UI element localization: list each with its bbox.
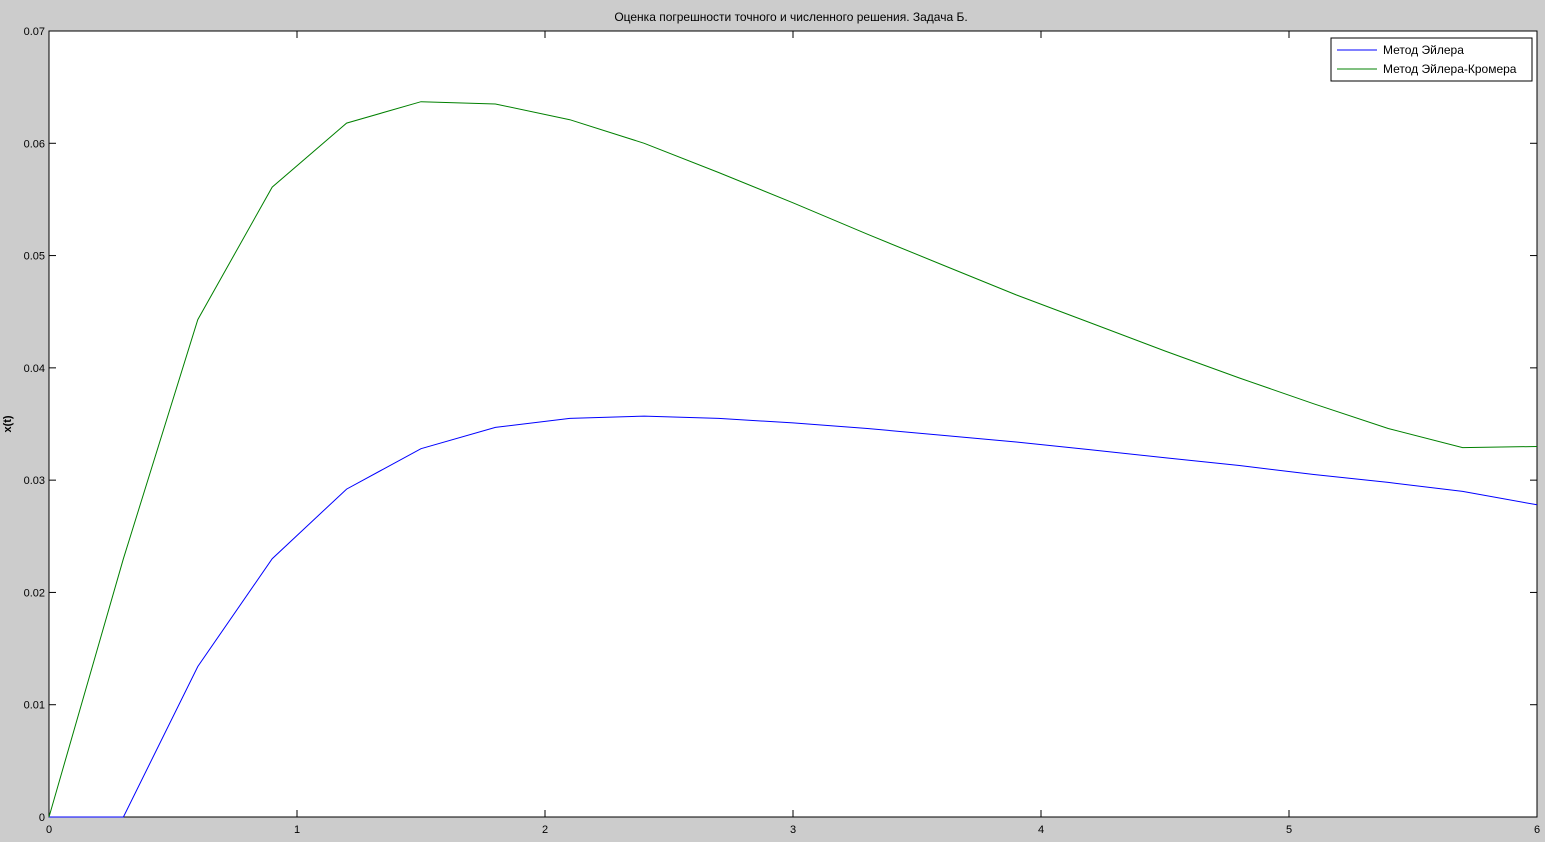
x-tick-label: 2 — [542, 824, 548, 836]
plot-area — [48, 30, 1538, 818]
y-tick-label: 0.04 — [24, 363, 45, 375]
chart-title: Оценка погрешности точного и численного … — [614, 10, 967, 24]
y-tick-label: 0.01 — [24, 700, 45, 712]
y-axis-label: x(t) — [2, 415, 14, 432]
line-chart: Оценка погрешности точного и численного … — [2, 10, 1540, 836]
x-tick-label: 0 — [46, 824, 52, 836]
x-tick-label: 6 — [1534, 824, 1540, 836]
legend-label-euler-cromer: Метод Эйлера-Кромера — [1383, 62, 1517, 76]
y-tick-label: 0.06 — [24, 138, 45, 150]
x-tick-label: 4 — [1038, 824, 1044, 836]
legend-label-euler: Метод Эйлера — [1383, 43, 1464, 57]
x-tick-label: 3 — [790, 824, 796, 836]
y-tick-label: 0.07 — [24, 26, 45, 38]
x-tick-label: 5 — [1286, 824, 1292, 836]
y-tick-label: 0.03 — [24, 475, 45, 487]
figure-window: Оценка погрешности точного и численного … — [0, 0, 1545, 842]
legend: Метод Эйлера Метод Эйлера-Кромера — [1330, 37, 1533, 82]
y-tick-label: 0.05 — [24, 251, 45, 263]
y-tick-label: 0.02 — [24, 587, 45, 599]
x-tick-label: 1 — [294, 824, 300, 836]
y-tick-label: 0 — [39, 812, 45, 824]
